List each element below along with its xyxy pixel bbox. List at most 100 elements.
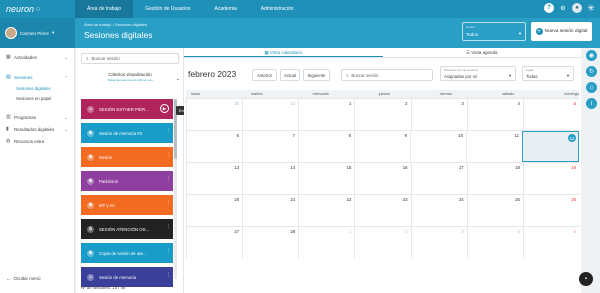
session-tile[interactable]: ψ SESIÓN ATENCIÓN OS... ⋮ [81, 219, 173, 239]
day-cell[interactable]: 27 [186, 227, 242, 258]
day-cell[interactable]: 15 [298, 163, 354, 194]
previous-button[interactable]: Anterior [252, 69, 277, 81]
day-cell[interactable]: 3 [410, 99, 467, 130]
more-options-icon[interactable]: ⋮ [166, 176, 171, 182]
home-icon[interactable]: ⌂ [586, 82, 597, 93]
day-number: 5 [573, 101, 576, 106]
day-cell[interactable]: 17 [410, 163, 467, 194]
tab-calendar-view[interactable]: ▦ Vista calendario [184, 48, 383, 57]
refresh-icon[interactable]: ↻ [586, 66, 597, 77]
user-filter-select[interactable]: Sesiones de mis usuarios Asignadas por m… [440, 66, 516, 81]
brand-icon[interactable]: ✳ [586, 3, 596, 13]
month-grid: lunes martes miércoles jueves viernes sábado d… [186, 90, 579, 258]
info-icon[interactable]: i [586, 98, 597, 109]
day-cell[interactable]: 25 [466, 195, 523, 226]
more-options-icon[interactable]: ⋮ [166, 152, 171, 158]
session-tile-label: Sesión de memoria #3 [99, 130, 142, 136]
more-options-icon[interactable]: ⋮ [166, 248, 171, 254]
nav-administration[interactable]: Administración [249, 0, 306, 18]
sidebar-item-activities[interactable]: ▦ Actividades ⌄ [0, 51, 74, 63]
day-cell[interactable]: 10 [410, 131, 466, 162]
day-cell[interactable]: 4 [466, 227, 523, 258]
more-options-icon[interactable]: ⋮ [166, 272, 171, 278]
hide-menu-label: Ocultar menú [13, 276, 41, 281]
day-cell[interactable]: 2 [354, 99, 410, 130]
session-tile-list: ☺ SESIÓN ESTHER PIER... ▶ ☻ Sesión de memori… [81, 99, 173, 291]
day-cell[interactable]: 18 [466, 163, 523, 194]
session-tile-label: Sesión de memoria [99, 274, 137, 280]
day-cell[interactable]: 12 [522, 131, 579, 162]
week-row: 6 7 8 9 10 11 12 [186, 130, 579, 162]
session-tile[interactable]: ☺ Sesión de memoria ⋮ [81, 267, 173, 287]
sidebar-subitem-digital-sessions[interactable]: Sesiones digitales [0, 83, 74, 93]
day-cell[interactable]: 1 [298, 227, 354, 258]
place-filter-select[interactable]: Lugar Todas ▼ [522, 66, 574, 81]
center-select[interactable]: Centro Todos ▼ [462, 22, 526, 41]
more-options-icon[interactable]: ⋮ [166, 200, 171, 206]
day-cell[interactable]: 5 [522, 99, 579, 130]
app-logo[interactable]: neuron ○ [0, 4, 75, 14]
session-tile[interactable]: ☻ MT y AV ⋮ [81, 195, 173, 215]
tile-scrollbar[interactable] [174, 99, 177, 279]
day-cell[interactable]: 13 [186, 163, 242, 194]
day-cell[interactable]: 19 [522, 163, 579, 194]
session-tile[interactable]: ☺ SESIÓN ESTHER PIER... ▶ [81, 99, 173, 119]
day-cell[interactable]: 14 [242, 163, 298, 194]
day-cell[interactable]: 5 [522, 227, 579, 258]
sidebar-subitem-paper-sessions[interactable]: Sesiones en papel [0, 93, 74, 103]
breadcrumb[interactable]: Área de trabajo › Sesiones digitales [84, 22, 147, 27]
day-cell[interactable]: 22 [298, 195, 354, 226]
display-criteria-dropdown[interactable]: Criterios visualización Todas las sesion… [76, 72, 184, 86]
today-button[interactable]: Actual [280, 69, 300, 81]
day-cell[interactable]: 30 [186, 99, 242, 130]
next-button[interactable]: Siguiente [303, 69, 330, 81]
session-tile[interactable]: ☻ Sesión ⋮ [81, 147, 173, 167]
user-block[interactable]: Carmen Pérez ▾ [0, 18, 75, 48]
day-cell[interactable]: 4 [466, 99, 523, 130]
day-cell[interactable]: 24 [410, 195, 467, 226]
more-options-icon[interactable]: ⋮ [166, 224, 171, 230]
day-cell[interactable]: 8 [298, 131, 354, 162]
session-count: Nº de sesiones: 15 / 46 [81, 285, 126, 290]
session-tile[interactable]: ☻ Copia de sesión de ate... ⋮ [81, 243, 173, 263]
calendar-search-input[interactable]: ⌕ Buscar sesión [341, 69, 433, 81]
day-cell[interactable]: 2 [354, 227, 410, 258]
settings-gear-icon[interactable]: ⚙ [558, 3, 568, 13]
day-cell[interactable]: 31 [242, 99, 298, 130]
day-cell[interactable]: 20 [186, 195, 242, 226]
session-tile-label: SESIÓN ATENCIÓN OS... [99, 226, 150, 232]
day-cell[interactable]: 7 [242, 131, 298, 162]
new-digital-session-button[interactable]: + Nueva sesión digital [531, 22, 592, 41]
day-cell[interactable]: 21 [242, 195, 298, 226]
sidebar-item-programs[interactable]: ▥ Programas ⌄ [0, 111, 74, 123]
day-number: 24 [458, 197, 464, 202]
more-options-icon[interactable]: ⋮ [166, 128, 171, 134]
help-icon[interactable]: ? [544, 3, 554, 13]
day-cell[interactable]: 26 [522, 195, 579, 226]
day-cell[interactable]: 1 [298, 99, 354, 130]
day-cell[interactable]: 3 [410, 227, 467, 258]
day-cell[interactable]: 11 [466, 131, 522, 162]
play-icon[interactable]: ▶ [160, 104, 169, 113]
day-cell[interactable]: 28 [242, 227, 298, 258]
sidebar-item-sessions[interactable]: ▤ Sesiones ⌃ [0, 71, 74, 83]
weekday-header: lunes martes miércoles jueves viernes sábado d… [186, 90, 579, 98]
session-search-input[interactable]: ⌕ Buscar sesión [81, 53, 179, 64]
nav-academy[interactable]: Academia [203, 0, 249, 18]
session-tile[interactable]: ☻ Parkinson ⋮ [81, 171, 173, 191]
sidebar-item-extra-resources[interactable]: ◍ Recursos extra [0, 135, 74, 147]
nav-workspace[interactable]: Área de trabajo [75, 0, 134, 18]
session-tile[interactable]: ☻ Sesión de memoria #3 ⋮ [81, 123, 173, 143]
nav-user-management[interactable]: Gestión de Usuarios [133, 0, 202, 18]
user-avatar-icon[interactable]: ● [572, 3, 582, 13]
hide-menu-button[interactable]: ← Ocultar menú [6, 276, 41, 281]
sidebar-item-digital-results[interactable]: ▮ Resultados digitales ⌄ [0, 123, 74, 135]
chat-icon[interactable]: ▪ [579, 272, 593, 286]
page-title: Sesiones digitales [84, 30, 153, 40]
tab-agenda-view[interactable]: ☰ Vista agenda [383, 48, 582, 57]
day-cell[interactable]: 23 [354, 195, 410, 226]
eye-icon[interactable]: ◉ [586, 50, 597, 61]
day-cell[interactable]: 9 [354, 131, 410, 162]
day-cell[interactable]: 6 [186, 131, 242, 162]
day-cell[interactable]: 16 [354, 163, 410, 194]
